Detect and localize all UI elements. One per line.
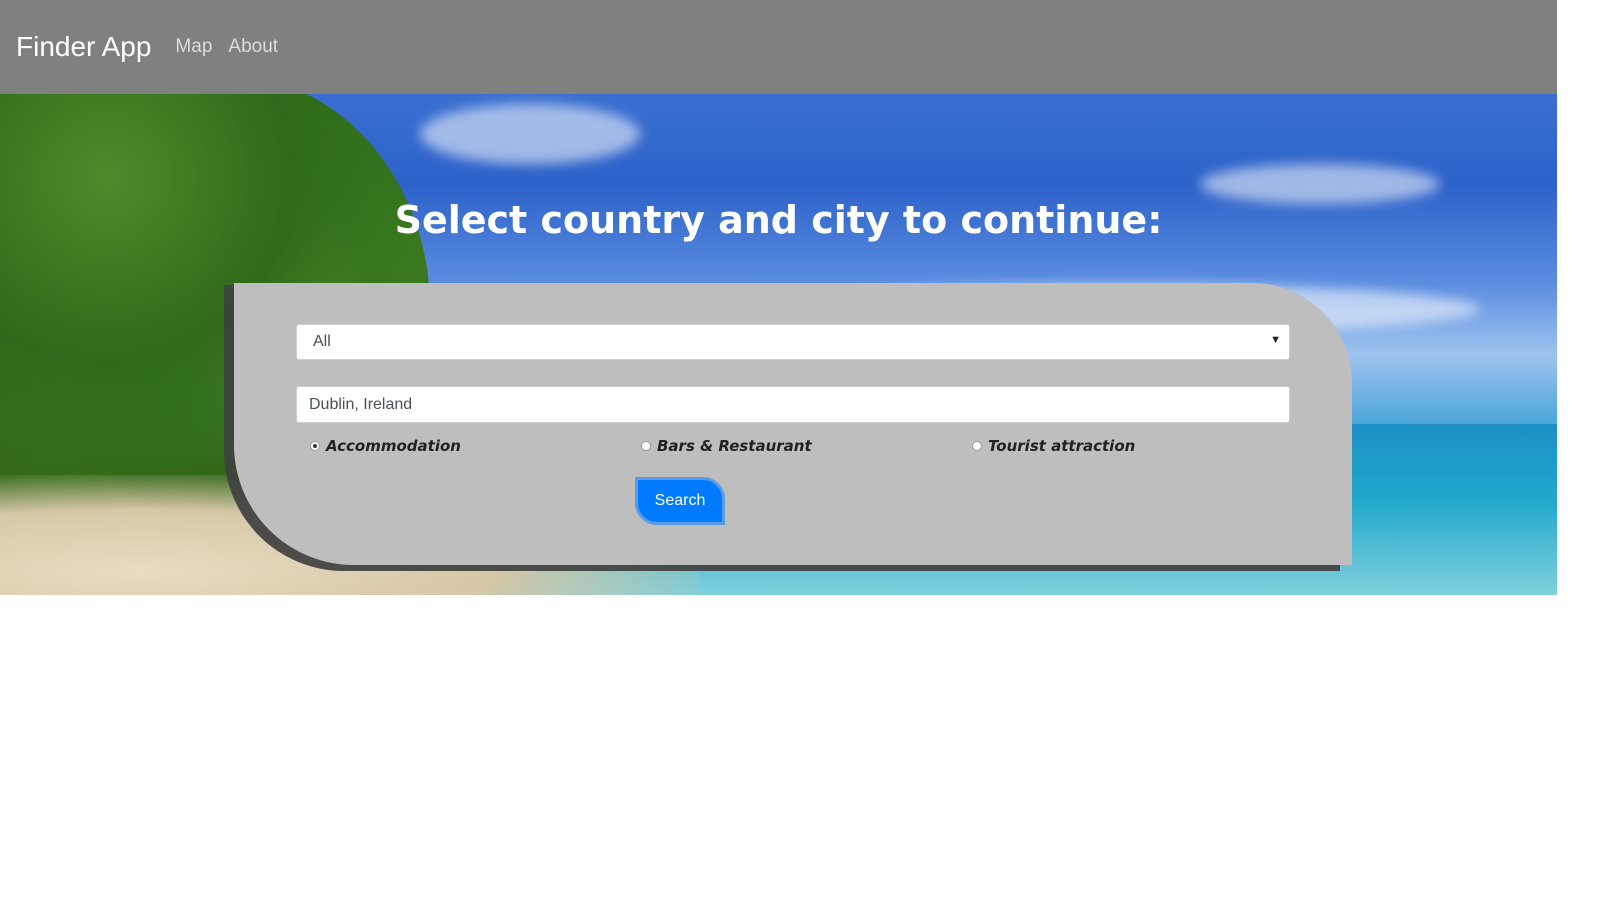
chevron-down-icon: ▼ (1270, 334, 1281, 346)
search-button[interactable]: Search (635, 477, 725, 525)
location-input[interactable]: Dublin, Ireland (296, 386, 1290, 423)
location-input-value: Dublin, Ireland (309, 395, 413, 413)
radio-label: Tourist attraction (988, 437, 1136, 455)
radio-button[interactable] (310, 441, 320, 451)
page: Finder App Map About Select country and … (0, 0, 1557, 595)
hero-cloud (420, 104, 640, 164)
nav-link-map[interactable]: Map (175, 36, 212, 58)
search-card: All ▼ Dublin, Ireland Accommodation Bars… (234, 283, 1352, 565)
radio-tourist-attraction[interactable]: Tourist attraction (972, 437, 1135, 455)
hero-banner: Select country and city to continue: All… (0, 94, 1557, 595)
brand-link[interactable]: Finder App (16, 31, 151, 63)
category-select-value: All (313, 333, 331, 350)
radio-button[interactable] (972, 441, 982, 451)
radio-label: Accommodation (326, 437, 461, 455)
radio-button[interactable] (641, 441, 651, 451)
hero-title: Select country and city to continue: (394, 198, 1163, 242)
top-navbar: Finder App Map About (0, 0, 1557, 94)
radio-label: Bars & Restaurant (657, 437, 812, 455)
category-select[interactable]: All ▼ (296, 324, 1290, 360)
radio-accommodation[interactable]: Accommodation (310, 437, 461, 455)
radio-bars-restaurant[interactable]: Bars & Restaurant (641, 437, 812, 455)
nav-link-about[interactable]: About (228, 36, 278, 58)
